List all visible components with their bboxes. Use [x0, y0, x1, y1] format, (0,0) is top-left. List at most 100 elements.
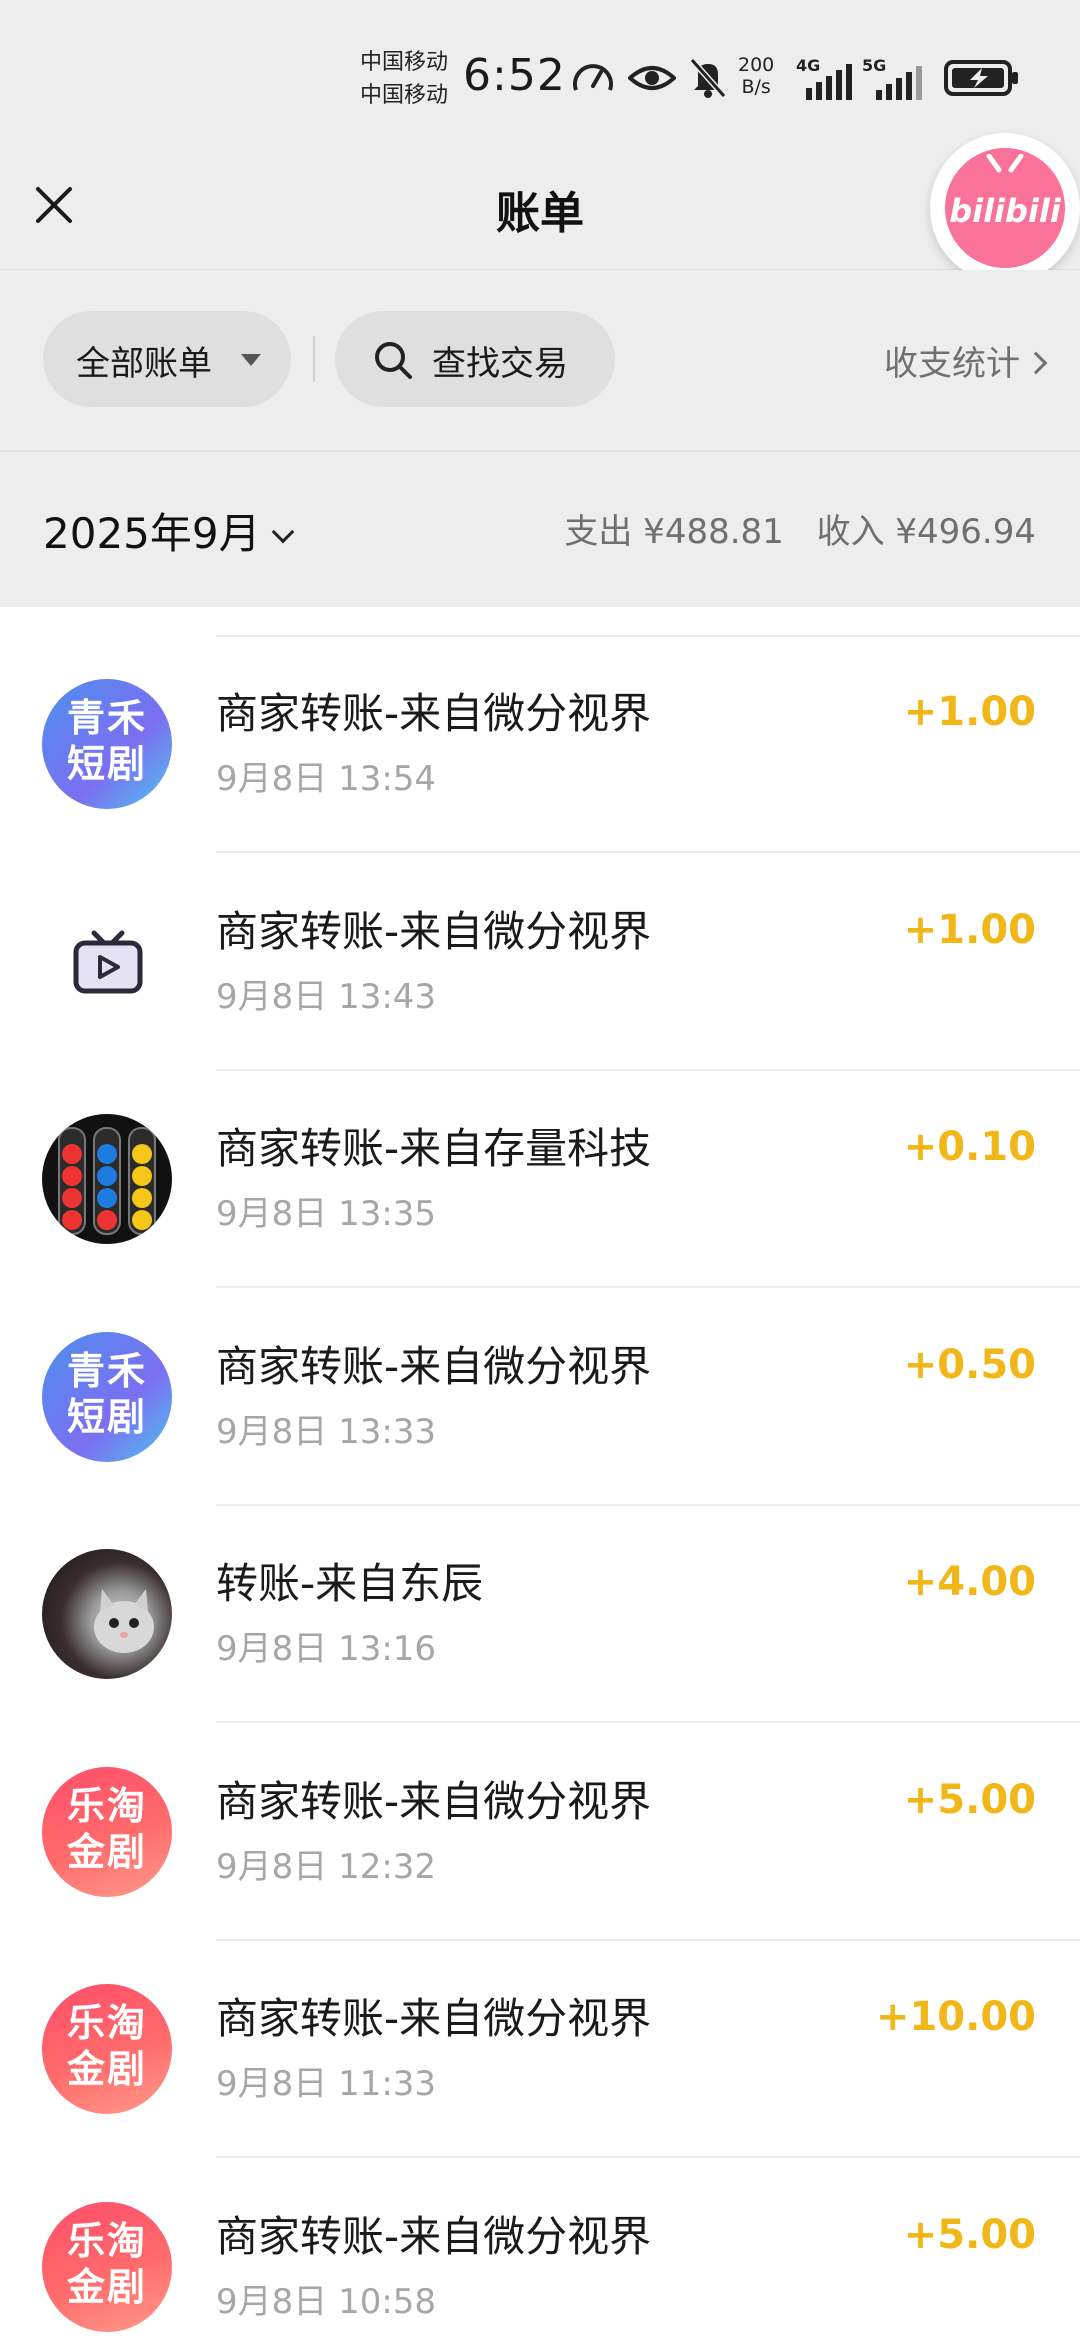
qinghe-avatar-icon: 青禾 短剧	[42, 679, 172, 809]
avatar-logo-line: 乐淘	[66, 1783, 147, 1828]
transaction-time: 9月8日 13:54	[216, 759, 437, 799]
all-bills-dropdown[interactable]: 全部账单	[43, 311, 291, 407]
transaction-title: 商家转账-来自微分视界	[216, 1341, 652, 1391]
transaction-title: 转账-来自东辰	[216, 1559, 484, 1608]
speedometer-icon	[573, 64, 613, 91]
transaction-time: 9月8日 11:33	[216, 2064, 437, 2104]
avatar-logo-line: 青禾	[66, 1348, 147, 1393]
avatar-logo-text: 乐淘 金剧	[42, 1783, 172, 1875]
row-divider	[216, 1503, 1080, 1506]
row-divider	[216, 1068, 1080, 1071]
avatar-logo-line: 金剧	[66, 2264, 147, 2309]
network-speed: 200 B/s	[738, 54, 774, 98]
signal-4g-icon: 4G	[796, 56, 852, 100]
cat-avatar-icon	[42, 1549, 172, 1679]
transaction-time: 9月8日 13:43	[216, 976, 437, 1017]
row-divider	[216, 1938, 1080, 1941]
avatar-logo-line: 金剧	[66, 2047, 147, 2091]
transaction-amount: +5.00	[903, 1776, 1036, 1823]
carrier-1: 中国移动	[360, 50, 449, 75]
chevron-down-icon	[271, 520, 294, 544]
avatar-logo-line: 短剧	[66, 1394, 147, 1439]
row-divider	[216, 1721, 1080, 1723]
transaction-row[interactable]: 乐淘 金剧 商家转账-来自微分视界 9月8日 10:58 +5.00	[0, 2160, 1080, 2340]
transaction-title: 商家转账-来自微分视界	[216, 1994, 652, 2043]
all-bills-label: 全部账单	[76, 344, 212, 384]
bill-page: 中国移动 中国移动 6:52 200 B/s 4G 5G 账单 bilibili…	[0, 0, 1080, 2340]
transaction-time: 9月8日 13:16	[216, 1629, 437, 1669]
transaction-amount: +1.00	[903, 906, 1036, 953]
transaction-row[interactable]: 乐淘 金剧 商家转账-来自微分视界 9月8日 11:33 +10.00	[0, 1942, 1080, 2158]
transaction-title: 商家转账-来自微分视界	[216, 2211, 652, 2261]
avatar-logo-line: 乐淘	[66, 2218, 147, 2263]
transaction-time: 9月8日 13:35	[216, 1194, 437, 1234]
row-divider	[216, 1286, 1080, 1288]
letao-avatar-icon: 乐淘 金剧	[42, 1984, 172, 2114]
transaction-amount: +0.10	[903, 1124, 1036, 1170]
transaction-row[interactable]: 青禾 短剧 商家转账-来自微分视界 9月8日 13:54 +1.00	[0, 637, 1080, 853]
chevron-right-icon	[1024, 351, 1048, 374]
transaction-time: 9月8日 10:58	[216, 2281, 437, 2322]
eye-icon	[628, 66, 676, 90]
month-selector[interactable]: 2025年9月	[43, 500, 294, 561]
transaction-title: 商家转账-来自微分视界	[216, 906, 652, 956]
transaction-time: 9月8日 13:33	[216, 1411, 437, 1452]
avatar-logo-line: 短剧	[66, 742, 147, 786]
network-speed-unit: B/s	[741, 76, 771, 98]
stats-label: 收支统计	[884, 344, 1020, 384]
balls-avatar-icon	[42, 1114, 172, 1244]
expense-total: 支出 ¥488.81	[564, 512, 784, 552]
caret-down-icon	[241, 354, 261, 366]
income-total: 收入 ¥496.94	[816, 512, 1036, 552]
avatar-logo-text: 青禾 短剧	[42, 695, 172, 787]
carrier-labels: 中国移动 中国移动	[360, 46, 460, 112]
search-transactions-label: 查找交易	[432, 344, 568, 384]
letao-avatar-icon: 乐淘 金剧	[42, 1766, 172, 1897]
divider	[313, 336, 315, 382]
bilibili-logo-text: bilibili	[949, 192, 1061, 230]
avatar-logo-text: 青禾 短剧	[42, 1348, 172, 1440]
letao-avatar-icon: 乐淘 金剧	[42, 2201, 172, 2332]
avatar-logo-line: 青禾	[66, 696, 147, 740]
status-bar: 中国移动 中国移动 6:52 200 B/s 4G 5G	[0, 0, 1080, 135]
transaction-amount: +10.00	[875, 1994, 1036, 2040]
bilibili-floating-bubble[interactable]: bilibili	[930, 133, 1080, 283]
battery-charging-icon	[944, 60, 1018, 96]
transaction-row[interactable]: 商家转账-来自微分视界 9月8日 13:43 +1.00	[0, 855, 1080, 1071]
transaction-time: 9月8日 12:32	[216, 1846, 437, 1887]
clock: 6:52	[463, 50, 566, 101]
tv-avatar-icon	[42, 896, 172, 1027]
transaction-title: 商家转账-来自微分视界	[216, 689, 652, 738]
transaction-amount: +0.50	[903, 1341, 1036, 1388]
transaction-amount: +5.00	[903, 2211, 1036, 2258]
transaction-title: 商家转账-来自存量科技	[216, 1124, 652, 1173]
month-summary-bar: 2025年9月 支出 ¥488.81 收入 ¥496.94	[0, 452, 1080, 607]
transaction-list: 青禾 短剧 商家转账-来自微分视界 9月8日 13:54 +1.00 商家转账-来自微分视…	[0, 607, 1080, 2340]
signal-5g-icon: 5G	[862, 56, 928, 100]
mute-bell-icon	[689, 58, 727, 98]
transaction-row[interactable]: 青禾 短剧 商家转账-来自微分视界 9月8日 13:33 +0.50	[0, 1290, 1080, 1506]
avatar-logo-line: 金剧	[66, 1829, 147, 1874]
row-divider	[216, 851, 1080, 853]
avatar-logo-text: 乐淘 金剧	[42, 2000, 172, 2092]
top-bar: 账单	[0, 135, 1080, 270]
search-icon	[375, 342, 412, 379]
month-label: 2025年9月	[43, 509, 261, 558]
transaction-amount: +1.00	[903, 689, 1036, 735]
network-speed-value: 200	[738, 54, 775, 76]
page-title: 账单	[496, 188, 584, 239]
avatar-logo-text: 乐淘 金剧	[42, 2218, 172, 2310]
transaction-title: 商家转账-来自微分视界	[216, 1776, 652, 1826]
transaction-amount: +4.00	[903, 1559, 1036, 1605]
transaction-row[interactable]: 转账-来自东辰 9月8日 13:16 +4.00	[0, 1507, 1080, 1723]
row-divider	[216, 2156, 1080, 2158]
avatar-logo-line: 乐淘	[66, 2001, 147, 2045]
filter-bar: 全部账单 查找交易 收支统计	[0, 270, 1080, 452]
carrier-2: 中国移动	[360, 83, 449, 108]
income-expense-stats-link[interactable]: 收支统计	[884, 336, 1048, 385]
month-totals: 支出 ¥488.81 收入 ¥496.94	[560, 504, 1036, 553]
search-transactions-button[interactable]: 查找交易	[335, 311, 615, 407]
transaction-row[interactable]: 乐淘 金剧 商家转账-来自微分视界 9月8日 12:32 +5.00	[0, 1725, 1080, 1941]
transaction-row[interactable]: 商家转账-来自存量科技 9月8日 13:35 +0.10	[0, 1072, 1080, 1288]
bilibili-logo-icon: bilibili	[945, 148, 1065, 268]
